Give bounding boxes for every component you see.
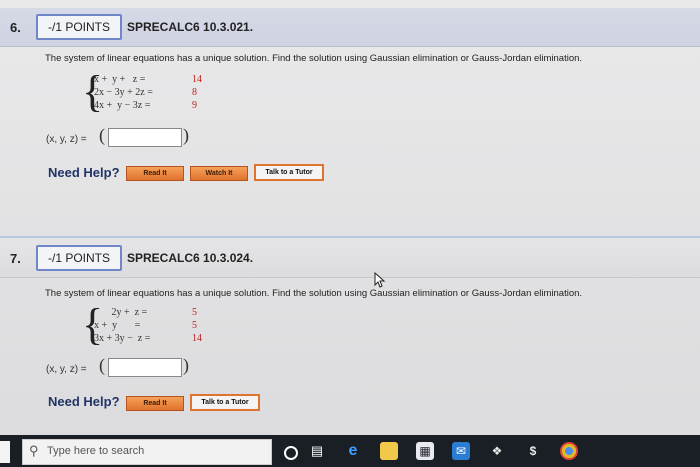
need-help-label: Need Help? [48, 165, 120, 180]
equation-2: x + y = [94, 320, 141, 331]
read-it-button[interactable]: Read It [126, 396, 184, 411]
question-number: 6. [10, 20, 21, 35]
equation-1: 2y + z = [94, 307, 148, 318]
mail-icon[interactable]: ✉ [452, 442, 470, 460]
search-placeholder: Type here to search [47, 445, 145, 457]
need-help-label: Need Help? [48, 394, 120, 409]
question-prompt: The system of linear equations has a uni… [45, 53, 583, 64]
question-code: SPRECALC6 10.3.021. [127, 20, 254, 34]
answer-label: (x, y, z) = [46, 364, 87, 375]
mouse-cursor-icon [374, 272, 386, 288]
close-paren: ) [183, 125, 189, 145]
answer-input[interactable] [108, 358, 182, 377]
answer-label: (x, y, z) = [46, 134, 87, 145]
close-paren: ) [183, 355, 189, 375]
equation-1-rhs: 14 [192, 74, 202, 85]
task-view-icon[interactable]: ▤ [308, 442, 326, 460]
equation-3: 3x + 3y − z = [94, 333, 151, 344]
webassign-page: 6. -/1 POINTS SPRECALC6 10.3.021. The sy… [0, 0, 700, 435]
answer-input[interactable] [108, 128, 182, 147]
equation-3: 4x + y − 3z = [94, 100, 151, 111]
question-7-header: 7. -/1 POINTS SPRECALC6 10.3.024. [0, 239, 700, 278]
question-prompt: The system of linear equations has a uni… [45, 288, 583, 299]
talk-to-tutor-button[interactable]: Talk to a Tutor [254, 164, 324, 181]
equation-1: x + y + z = [94, 74, 146, 85]
read-it-button[interactable]: Read It [126, 166, 184, 181]
chrome-icon[interactable] [560, 442, 578, 460]
question-code: SPRECALC6 10.3.024. [127, 251, 254, 265]
open-paren: ( [99, 355, 105, 375]
store-icon[interactable]: ▦ [416, 442, 434, 460]
question-6-header: 6. -/1 POINTS SPRECALC6 10.3.021. [0, 8, 700, 47]
question-number: 7. [10, 251, 21, 266]
money-icon[interactable]: $ [524, 442, 542, 460]
watch-it-button[interactable]: Watch It [190, 166, 248, 181]
taskbar-search[interactable]: ⚲ Type here to search [22, 439, 272, 465]
points-badge[interactable]: -/1 POINTS [36, 14, 123, 40]
equation-3-rhs: 14 [192, 333, 202, 344]
start-button[interactable] [0, 441, 10, 463]
equation-2-rhs: 5 [192, 320, 197, 331]
question-divider [0, 236, 700, 238]
file-explorer-icon[interactable] [380, 442, 398, 460]
equation-1-rhs: 5 [192, 307, 197, 318]
talk-to-tutor-button[interactable]: Talk to a Tutor [190, 394, 260, 411]
equation-2: 2x − 3y + 2z = [94, 87, 153, 98]
dropbox-icon[interactable]: ❖ [488, 442, 506, 460]
equation-3-rhs: 9 [192, 100, 197, 111]
taskbar: ⚲ Type here to search ▤ e ▦ ✉ ❖ $ [0, 435, 700, 467]
edge-icon[interactable]: e [344, 442, 362, 460]
equation-2-rhs: 8 [192, 87, 197, 98]
search-icon: ⚲ [29, 443, 39, 458]
open-paren: ( [99, 125, 105, 145]
points-badge[interactable]: -/1 POINTS [36, 245, 123, 271]
cortana-icon[interactable] [284, 446, 298, 460]
